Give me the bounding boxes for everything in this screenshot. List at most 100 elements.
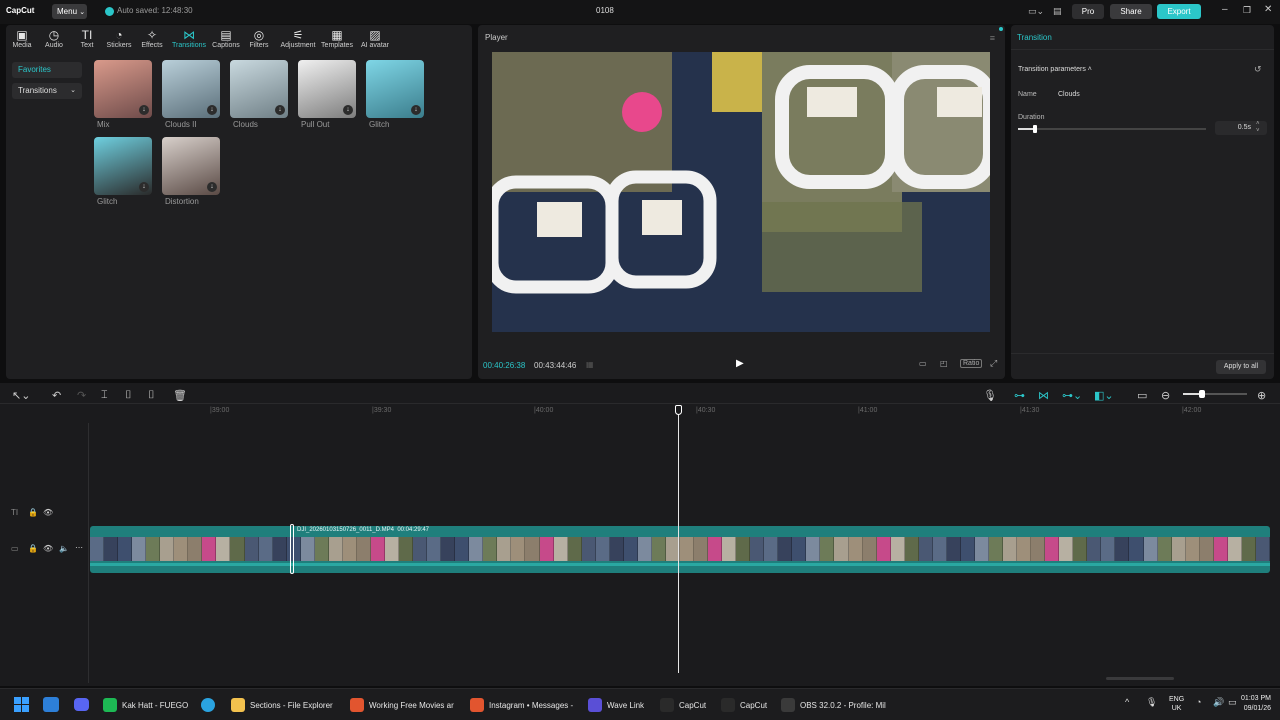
thumb-clouds[interactable]: ↓ [230,60,288,118]
close-icon[interactable]: ✕ [1264,4,1272,15]
menu-button[interactable]: Menu ⌄ [52,4,87,19]
sidebar-transitions[interactable]: Transitions ⌄ [12,83,82,99]
split-icon[interactable]: ⌶ [101,389,108,402]
sidebar-favorites[interactable]: Favorites [12,62,82,78]
microphone-icon[interactable]: 🎙 [1146,697,1157,708]
tab-stickers[interactable]: ◔ Stickers [103,28,135,49]
select-tool-icon[interactable]: ↖⌄ [12,389,30,402]
outlook-icon[interactable] [43,697,59,712]
layout-icon[interactable]: ▭⌄ [1028,6,1044,17]
panel-title[interactable]: Transition [1017,33,1052,42]
discord-icon[interactable] [74,698,89,711]
undo-icon[interactable]: ↶ [52,389,61,402]
tab-ai-avatar[interactable]: ▨ AI avatar [357,28,393,49]
chevron-up-icon[interactable]: ^ [1125,697,1129,707]
zoom-out-icon[interactable]: ⊖ [1161,389,1170,402]
play-icon[interactable]: ▶ [736,358,744,369]
split-left-icon[interactable]: ⌷ [125,389,132,402]
thumb-glitch[interactable]: ↓ [366,60,424,118]
taskbar-app[interactable]: Working Free Movies ar [350,695,454,715]
windows-start-icon[interactable] [14,697,29,712]
split-right-icon[interactable]: ⌷ [148,389,155,402]
expand-icon[interactable]: ⤢ [990,358,997,369]
playhead[interactable] [678,410,679,673]
tab-effects[interactable]: ✧ Effects [136,28,168,49]
filmstrip-frame [848,537,863,561]
microphone-icon[interactable]: 🎙 [983,389,997,402]
timeline-scrollbar[interactable] [1106,677,1174,680]
download-icon[interactable]: ↓ [139,182,149,192]
taskbar-app[interactable]: CapCut [660,695,706,715]
player-menu-icon[interactable]: ≡ [990,33,995,43]
share-button[interactable]: Share [1110,4,1152,19]
eye-icon[interactable]: 👁 [43,508,53,517]
section-title[interactable]: Transition parameters ˄ [1018,66,1092,73]
tab-captions[interactable]: ▤ Captions [210,28,242,49]
tab-templates[interactable]: ▦ Templates [319,28,355,49]
lock-icon[interactable]: 🔒 [28,508,38,517]
video-preview[interactable] [492,52,990,332]
zoom-slider-handle[interactable] [1199,390,1206,398]
reset-icon[interactable]: ↺ [1254,64,1262,75]
screenshot-icon[interactable]: ◰ [940,359,948,368]
lock-icon[interactable]: 🔒 [28,544,38,553]
more-icon[interactable]: ⋯ [75,543,83,552]
tab-transitions[interactable]: ⋈ Transitions [172,28,206,49]
filmstrip-frame [539,537,554,561]
thumb-pull-out[interactable]: ↓ [298,60,356,118]
thumb-mix[interactable]: ↓ [94,60,152,118]
taskbar-app[interactable]: OBS 32.0.2 - Profile: Mil [781,695,886,715]
magnet-icon[interactable]: ⋈ [1038,389,1049,402]
delete-icon[interactable]: 🗑 [173,389,187,402]
download-icon[interactable]: ↓ [207,105,217,115]
maximize-icon[interactable]: ❐ [1243,5,1251,16]
taskbar-app[interactable]: CapCut [721,695,767,715]
project-name[interactable]: 0108 [596,6,614,15]
tab-audio[interactable]: ◷ Audio [38,28,70,49]
download-icon[interactable]: ↓ [343,105,353,115]
preview-axis-icon[interactable]: ◧⌄ [1094,389,1114,402]
snap-icon[interactable]: ⊶⌄ [1062,389,1082,402]
video-clip[interactable]: DJI_20260103150726_0011_D.MP4 00:04:29:4… [90,526,1270,573]
download-icon[interactable]: ↓ [207,182,217,192]
telegram-icon[interactable] [201,698,215,712]
export-button[interactable]: Export [1157,4,1201,19]
apply-all-button[interactable]: Apply to all [1216,360,1266,374]
thumb-glitch-2[interactable]: ↓ [94,137,152,195]
pro-button[interactable]: Pro [1072,4,1104,19]
duration-stepper-icon[interactable]: ˄ ˅ [1256,121,1260,135]
fullscreen-quality-icon[interactable]: ▭ [919,359,927,368]
language-indicator[interactable]: ENG UK [1169,695,1184,713]
download-icon[interactable]: ↓ [411,105,421,115]
clock[interactable]: 01:03 PM 09/01/26 [1231,694,1271,714]
fit-icon[interactable]: ▭ [1137,389,1147,402]
timeline-grid-icon[interactable]: ▦ [586,360,594,369]
eye-icon[interactable]: 👁 [43,544,53,553]
redo-icon[interactable]: ↷ [77,389,86,402]
tab-text[interactable]: TI Text [71,28,103,49]
duration-slider-handle[interactable] [1032,125,1037,133]
duration-slider-track[interactable] [1018,125,1206,133]
download-icon[interactable]: ↓ [139,105,149,115]
wifi-icon[interactable]: ◔ [1196,697,1201,707]
minimize-icon[interactable]: – [1222,4,1228,15]
transition-marker[interactable] [290,524,294,574]
zoom-slider-track[interactable] [1183,390,1247,398]
tab-adjustment[interactable]: ⚟ Adjustment [278,28,318,49]
volume-icon[interactable]: 🔊 [1213,697,1224,708]
speaker-icon[interactable]: 🔈 [59,544,69,553]
thumb-distortion[interactable]: ↓ [162,137,220,195]
shortcut-icon[interactable]: ▤ [1053,6,1062,17]
link-icon[interactable]: ⊶ [1014,389,1025,402]
tab-filters[interactable]: ◎ Filters [243,28,275,49]
taskbar-app[interactable]: Wave Link [588,695,644,715]
download-icon[interactable]: ↓ [275,105,285,115]
taskbar-app[interactable]: Kak Hatt - FUEGO [103,695,188,715]
thumb-clouds-ii[interactable]: ↓ [162,60,220,118]
ratio-button[interactable]: Ratio [960,359,983,368]
taskbar-app[interactable]: Instagram • Messages - [470,695,573,715]
taskbar-app[interactable]: Sections - File Explorer [231,695,333,715]
tab-media[interactable]: ▣ Media [6,28,38,49]
playhead-handle[interactable] [675,405,682,415]
zoom-in-icon[interactable]: ⊕ [1257,389,1266,402]
